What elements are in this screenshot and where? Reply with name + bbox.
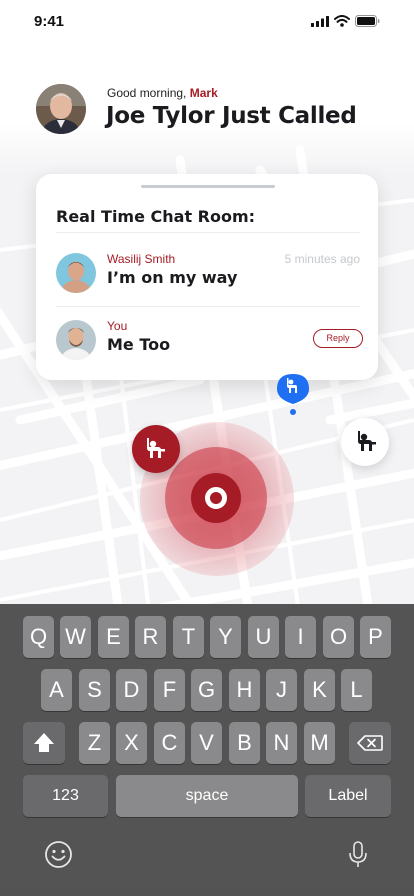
key-o[interactable]: O (323, 616, 354, 658)
key-x[interactable]: X (116, 722, 147, 764)
avatar-photo (56, 320, 96, 360)
key-t[interactable]: T (173, 616, 204, 658)
sender-avatar (56, 253, 96, 293)
key-q[interactable]: Q (23, 616, 54, 658)
key-e[interactable]: E (98, 616, 129, 658)
user-avatar[interactable] (36, 84, 86, 134)
backspace-icon (357, 735, 383, 751)
waving-person-icon (358, 431, 376, 451)
greeting-text: Good morning, Mark (107, 86, 218, 100)
message-sender: You (107, 319, 128, 333)
greeting-user-name: Mark (189, 86, 218, 100)
destination-pin-blue[interactable] (275, 372, 311, 416)
wifi-icon (334, 15, 350, 27)
avatar-photo (56, 253, 96, 293)
key-p[interactable]: P (360, 616, 391, 658)
divider (56, 232, 360, 233)
chat-room-title: Real Time Chat Room: (56, 207, 256, 226)
message-text: Me Too (107, 335, 171, 354)
emoji-icon[interactable] (44, 840, 73, 869)
greeting-prefix: Good morning, (107, 86, 187, 100)
key-c[interactable]: C (154, 722, 185, 764)
key-z[interactable]: Z (79, 722, 110, 764)
microphone-icon[interactable] (347, 840, 369, 870)
on-screen-keyboard: Q W E R T Y U I O P A S D F G H J K L Z … (0, 604, 414, 896)
driver-pin-white[interactable] (341, 418, 389, 466)
avatar-photo (36, 84, 86, 134)
key-i[interactable]: I (285, 616, 316, 658)
key-n[interactable]: N (266, 722, 297, 764)
location-ring-icon (205, 487, 227, 509)
map-pin-icon (277, 374, 309, 415)
key-y[interactable]: Y (210, 616, 241, 658)
key-w[interactable]: W (60, 616, 91, 658)
key-s[interactable]: S (79, 669, 110, 711)
key-l[interactable]: L (341, 669, 372, 711)
status-icons (311, 15, 380, 27)
key-d[interactable]: D (116, 669, 147, 711)
key-k[interactable]: K (304, 669, 335, 711)
drag-handle[interactable] (141, 185, 275, 188)
cellular-signal-icon (311, 15, 329, 27)
key-b[interactable]: B (229, 722, 260, 764)
space-key[interactable]: space (116, 775, 298, 817)
status-bar: 9:41 (0, 0, 414, 44)
divider (56, 306, 360, 307)
status-time: 9:41 (34, 13, 65, 30)
message-sender: Wasilij Smith (107, 252, 176, 266)
chat-room-card[interactable]: Real Time Chat Room: Wasilij Smith I’m o… (36, 174, 378, 380)
page-title: Joe Tylor Just Called (106, 103, 357, 129)
key-h[interactable]: H (229, 669, 260, 711)
reply-button[interactable]: Reply (313, 329, 363, 348)
key-g[interactable]: G (191, 669, 222, 711)
battery-icon (355, 15, 380, 27)
key-a[interactable]: A (41, 669, 72, 711)
shift-icon (34, 733, 54, 752)
key-f[interactable]: F (154, 669, 185, 711)
waving-person-icon (147, 438, 165, 458)
key-r[interactable]: R (135, 616, 166, 658)
backspace-key[interactable] (349, 722, 391, 764)
driver-pin-red[interactable] (132, 425, 180, 473)
key-u[interactable]: U (248, 616, 279, 658)
key-j[interactable]: J (266, 669, 297, 711)
numbers-key[interactable]: 123 (23, 775, 108, 817)
current-location-marker[interactable] (191, 473, 241, 523)
message-text: I’m on my way (107, 268, 238, 287)
return-key[interactable]: Label (305, 775, 391, 817)
chat-message[interactable]: Wasilij Smith I’m on my way 5 minutes ag… (56, 246, 360, 298)
sender-avatar (56, 320, 96, 360)
message-timestamp: 5 minutes ago (284, 252, 360, 266)
chat-message[interactable]: You Me Too Reply (56, 313, 363, 365)
shift-key[interactable] (23, 722, 65, 764)
key-v[interactable]: V (191, 722, 222, 764)
key-m[interactable]: M (304, 722, 335, 764)
